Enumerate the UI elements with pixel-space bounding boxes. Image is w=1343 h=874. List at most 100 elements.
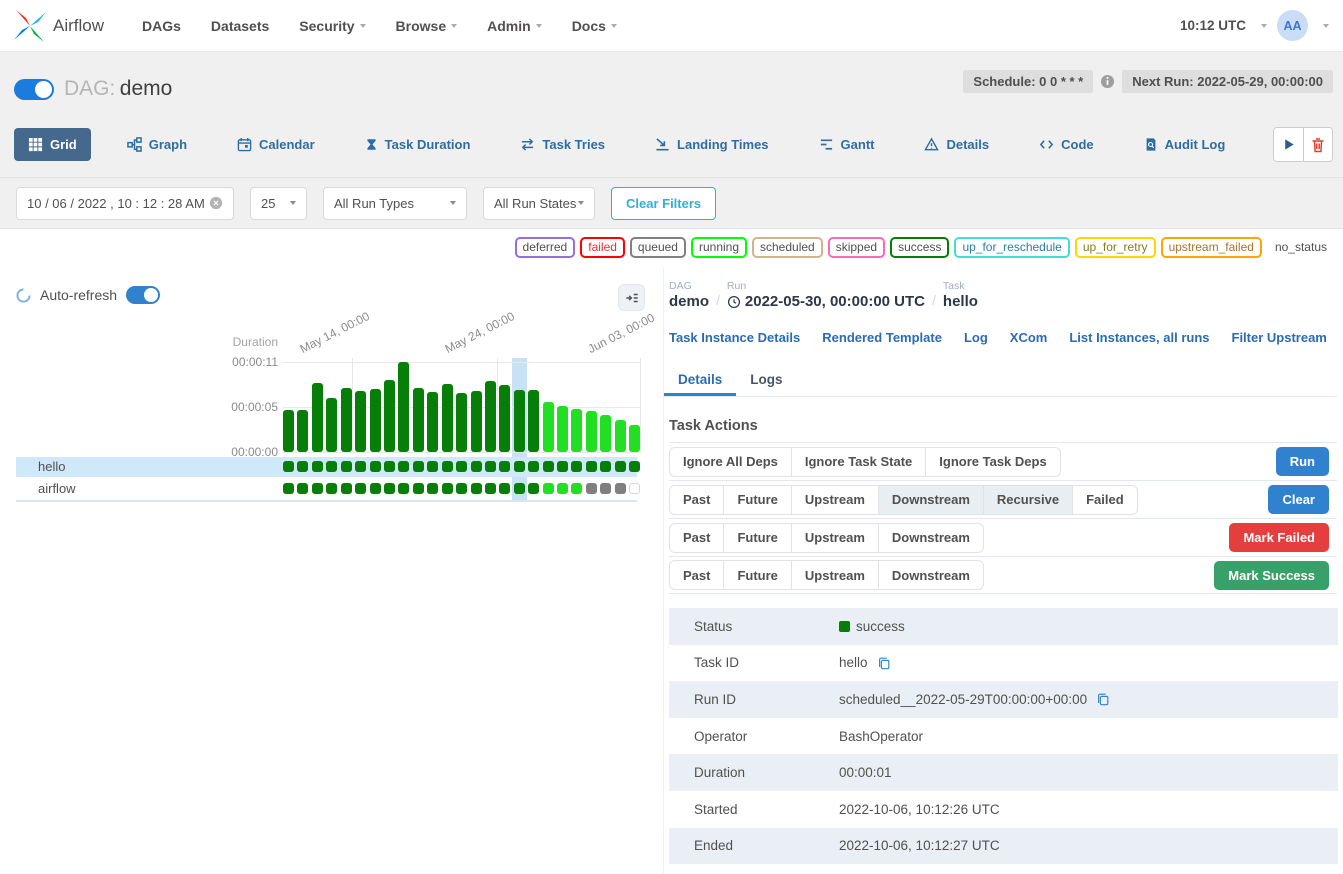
- breadcrumb-task[interactable]: Task hello: [943, 280, 978, 310]
- task-instance-square[interactable]: [557, 483, 568, 494]
- task-instance-square[interactable]: [297, 483, 308, 494]
- task-instance-square[interactable]: [413, 483, 424, 494]
- task-instance-square[interactable]: [312, 461, 323, 472]
- task-instance-square[interactable]: [471, 483, 482, 494]
- task-instance-square[interactable]: [442, 461, 453, 472]
- mark-success-button[interactable]: Mark Success: [1214, 561, 1329, 590]
- collapse-details-button[interactable]: [618, 284, 645, 311]
- modifier-button-future[interactable]: Future: [724, 523, 791, 553]
- dag-run-bar[interactable]: [600, 415, 611, 452]
- dag-run-bar[interactable]: [427, 392, 438, 452]
- task-instance-square[interactable]: [571, 483, 582, 494]
- breadcrumb-dag[interactable]: DAG demo: [669, 280, 709, 310]
- dag-run-bar[interactable]: [456, 393, 467, 452]
- nav-item-dags[interactable]: DAGs: [142, 18, 181, 34]
- link-xcom[interactable]: XCom: [1010, 330, 1048, 345]
- task-instance-square[interactable]: [370, 461, 381, 472]
- clear-date-icon[interactable]: [209, 196, 223, 210]
- task-instance-square[interactable]: [543, 483, 554, 494]
- link-list-instances-all-runs[interactable]: List Instances, all runs: [1069, 330, 1209, 345]
- dag-run-bar[interactable]: [471, 391, 482, 452]
- task-instance-square[interactable]: [485, 461, 496, 472]
- trigger-dag-button[interactable]: [1274, 128, 1303, 161]
- task-instance-square[interactable]: [427, 461, 438, 472]
- task-instance-square[interactable]: [398, 483, 409, 494]
- task-instance-square[interactable]: [326, 483, 337, 494]
- modifier-button-downstream[interactable]: Downstream: [879, 523, 984, 553]
- task-name-airflow[interactable]: airflow: [38, 481, 76, 496]
- modifier-button-upstream[interactable]: Upstream: [792, 485, 879, 515]
- dag-run-bar[interactable]: [586, 411, 597, 452]
- task-instance-square[interactable]: [514, 461, 525, 472]
- nav-item-docs[interactable]: Docs: [572, 18, 617, 34]
- task-instance-square[interactable]: [413, 461, 424, 472]
- task-instance-square[interactable]: [499, 461, 510, 472]
- task-instance-square[interactable]: [528, 483, 539, 494]
- task-name-hello[interactable]: hello: [38, 459, 65, 474]
- tab-landing-times[interactable]: Landing Times: [641, 128, 783, 161]
- task-instance-square[interactable]: [283, 461, 294, 472]
- dag-run-bar[interactable]: [384, 380, 395, 452]
- modifier-button-future[interactable]: Future: [724, 560, 791, 590]
- dag-run-bar[interactable]: [370, 389, 381, 452]
- copy-icon[interactable]: [1096, 692, 1110, 706]
- modifier-button-ignore-task-deps[interactable]: Ignore Task Deps: [926, 447, 1060, 477]
- dag-run-bar[interactable]: [557, 406, 568, 452]
- tab-gantt[interactable]: Gantt: [805, 128, 889, 161]
- tab-grid[interactable]: Grid: [14, 128, 91, 161]
- dag-run-bar[interactable]: [499, 385, 510, 453]
- breadcrumb-run[interactable]: Run 2022-05-30, 00:00:00 UTC: [727, 280, 925, 310]
- run-types-select[interactable]: All Run Types: [323, 187, 467, 220]
- tab-graph[interactable]: Graph: [113, 128, 201, 161]
- task-instance-square[interactable]: [528, 461, 539, 472]
- task-instance-square[interactable]: [629, 461, 640, 472]
- copy-icon[interactable]: [877, 656, 891, 670]
- mark-failed-button[interactable]: Mark Failed: [1229, 523, 1329, 552]
- base-date-input[interactable]: 10 / 06 / 2022 , 10 : 12 : 28 AM: [16, 187, 234, 220]
- run-states-select[interactable]: All Run States: [483, 187, 595, 220]
- link-log[interactable]: Log: [964, 330, 988, 345]
- modifier-button-past[interactable]: Past: [669, 485, 724, 515]
- task-instance-square[interactable]: [456, 483, 467, 494]
- task-instance-square[interactable]: [355, 461, 366, 472]
- run-button[interactable]: Run: [1276, 447, 1329, 476]
- grid-scrollbar[interactable]: [16, 500, 637, 502]
- nav-item-admin[interactable]: Admin: [487, 18, 542, 34]
- task-instance-square[interactable]: [557, 461, 568, 472]
- task-instance-square[interactable]: [384, 483, 395, 494]
- nav-item-datasets[interactable]: Datasets: [211, 18, 269, 34]
- dag-run-bar[interactable]: [413, 388, 424, 452]
- dag-run-bar[interactable]: [528, 390, 539, 452]
- dag-run-bar[interactable]: [543, 402, 554, 452]
- task-instance-square[interactable]: [355, 483, 366, 494]
- task-instance-square[interactable]: [471, 461, 482, 472]
- task-instance-square[interactable]: [398, 461, 409, 472]
- clear-button[interactable]: Clear: [1268, 485, 1329, 514]
- dag-run-bar[interactable]: [283, 410, 294, 452]
- link-rendered-template[interactable]: Rendered Template: [822, 330, 942, 345]
- task-instance-square[interactable]: [341, 483, 352, 494]
- dag-run-bar[interactable]: [571, 409, 582, 452]
- task-instance-square[interactable]: [456, 461, 467, 472]
- task-instance-square[interactable]: [615, 461, 626, 472]
- task-instance-square[interactable]: [297, 461, 308, 472]
- task-instance-square[interactable]: [615, 483, 626, 494]
- panel-tab-logs[interactable]: Logs: [736, 366, 796, 396]
- task-instance-square[interactable]: [600, 461, 611, 472]
- modifier-button-ignore-task-state[interactable]: Ignore Task State: [792, 447, 926, 477]
- dag-run-bar[interactable]: [629, 425, 640, 452]
- task-instance-square[interactable]: [629, 483, 640, 494]
- tab-task-duration[interactable]: Task Duration: [351, 128, 485, 161]
- task-instance-square[interactable]: [283, 483, 294, 494]
- dag-run-bar[interactable]: [398, 362, 409, 452]
- clear-filters-button[interactable]: Clear Filters: [611, 187, 716, 220]
- modifier-button-future[interactable]: Future: [724, 485, 791, 515]
- modifier-button-downstream[interactable]: Downstream: [879, 560, 984, 590]
- avatar[interactable]: AA: [1277, 10, 1308, 41]
- task-instance-square[interactable]: [571, 461, 582, 472]
- dag-run-bar[interactable]: [297, 410, 308, 452]
- task-instance-square[interactable]: [600, 483, 611, 494]
- dag-run-bar[interactable]: [355, 391, 366, 452]
- dag-run-bar[interactable]: [485, 381, 496, 452]
- task-instance-square[interactable]: [384, 461, 395, 472]
